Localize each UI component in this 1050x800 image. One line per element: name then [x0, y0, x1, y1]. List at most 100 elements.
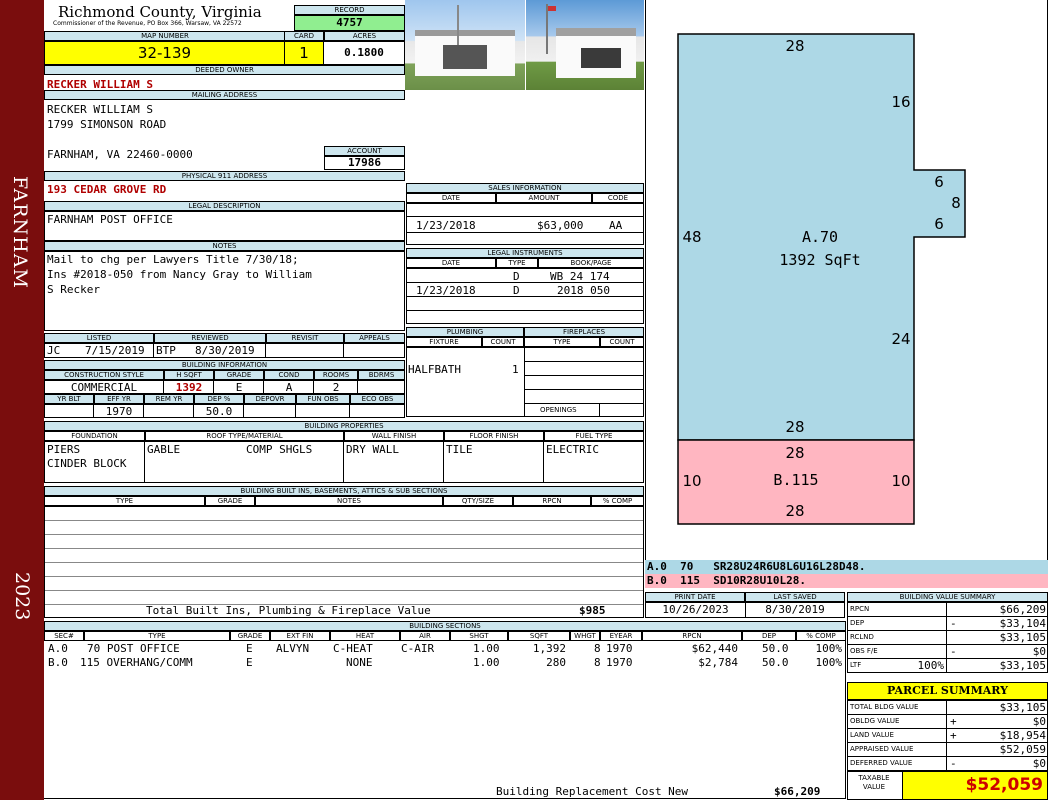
plumbing-fixture: HALFBATH: [408, 363, 461, 376]
builtins-total-label: Total Built Ins, Plumbing & Fireplace Va…: [146, 604, 431, 617]
grade-value: E: [235, 381, 243, 394]
sec-b-dep: 50.0: [762, 656, 789, 669]
vs-label-rpcn: RPCN: [850, 605, 870, 613]
sec-h-grade: GRADE: [230, 631, 270, 641]
sec-a-air: C-AIR: [401, 642, 435, 655]
construction-style-value: COMMERCIAL: [70, 381, 138, 394]
rooms-value: 2: [332, 381, 340, 394]
bt-h-comp: % COMP: [591, 496, 644, 506]
prop-h-wall: WALL FINISH: [344, 431, 444, 441]
prop-h-roof: ROOF TYPE/MATERIAL: [145, 431, 344, 441]
prop-h-fuel: FUEL TYPE: [544, 431, 644, 441]
reviewed-by: BTP: [156, 344, 176, 357]
li-row2-type: D: [513, 284, 520, 297]
notes-line-1: Mail to chg per Lawyers Title 7/30/18;: [47, 253, 299, 266]
cond-value: A: [285, 381, 293, 394]
vs-sign-ltf: 100%: [917, 659, 945, 672]
sec-b-shgt: 1.00: [473, 656, 500, 669]
bi-h-yrblt: YR BLT: [44, 394, 94, 404]
card-header: CARD: [284, 31, 324, 41]
bi-h-effyr: EFF YR: [94, 394, 144, 404]
floor-finish: TILE: [446, 443, 473, 456]
vs-value-dep: $33,104: [999, 617, 1046, 630]
sec-h-sec: SEC#: [44, 631, 84, 641]
physical-address-value: 193 CEDAR GROVE RD: [47, 183, 167, 196]
fireplace-h-type: TYPE: [524, 337, 600, 347]
vs-label-ltf: LTF: [850, 661, 862, 669]
print-date-header: PRINT DATE: [645, 592, 745, 602]
ps-value-obldg: $0: [1032, 715, 1046, 728]
li-h-date: DATE: [406, 258, 496, 268]
vs-value-rclnd: $33,105: [999, 631, 1046, 644]
builtins-header: BUILDING BUILT INS, BASEMENTS, ATTICS & …: [44, 486, 644, 496]
builtins-box: [44, 506, 644, 618]
sec-a-type: 70 POST OFFICE: [87, 642, 180, 655]
building-sketch: 28 16 6 8 6 48 A.70 1392 SqFt 24 28 28 1…: [677, 33, 966, 525]
sec-b-type: 115 OVERHANG/COMM: [80, 656, 193, 669]
ps-label-obldg: OBLDG VALUE: [850, 717, 900, 725]
legal-description-header: LEGAL DESCRIPTION: [44, 201, 405, 211]
bi-h-depovr: DEPOVR: [244, 394, 296, 404]
foundation-1: PIERS: [47, 443, 81, 456]
plumbing-h-count: COUNT: [482, 337, 524, 347]
sketch-a-label: A.70: [802, 228, 838, 246]
sec-h-eyear: EYEAR: [600, 631, 642, 641]
sec-a-comp: 100%: [815, 642, 843, 655]
sec-a-sec: A.0: [48, 642, 68, 655]
sec-h-sqft: SQFT: [508, 631, 570, 641]
notes-line-3: S Recker: [47, 283, 100, 296]
sec-a-dep: 50.0: [762, 642, 789, 655]
fuel-type: ELECTRIC: [546, 443, 599, 456]
sec-b-comp: 100%: [815, 656, 843, 669]
bi-h-ecoobs: ECO OBS: [350, 394, 405, 404]
sec-a-whgt: 8: [594, 642, 601, 655]
acres-header: ACRES: [324, 31, 405, 41]
taxable-label: TAXABLE VALUE: [858, 774, 890, 791]
prop-h-foundation: FOUNDATION: [44, 431, 145, 441]
bi-h-grade: GRADE: [214, 370, 264, 380]
bi-h-bdrms: BDRMS: [358, 370, 405, 380]
listed-header: LISTED: [44, 333, 154, 343]
sec-a-grade: E: [246, 642, 253, 655]
roof-material: COMP SHGLS: [246, 443, 313, 456]
ps-label-land: LAND VALUE: [850, 731, 894, 739]
li-row2-date: 1/23/2018: [416, 284, 476, 297]
plumbing-box: [406, 347, 525, 417]
dim-right-upper: 16: [891, 93, 910, 111]
vs-value-ltf: $33,105: [999, 659, 1046, 672]
bt-h-type: TYPE: [44, 496, 205, 506]
sketch-b-label: B.115: [773, 471, 818, 489]
ps-label-appraised: APPRAISED VALUE: [850, 745, 914, 753]
mail-line-1: RECKER WILLIAM S: [47, 103, 153, 116]
listed-date: 7/15/2019: [85, 344, 145, 357]
listed-by: JC: [47, 344, 61, 357]
sec-h-comp: % COMP: [796, 631, 846, 641]
sketch-code-b: B.0 115 SD10R28U10L28.: [647, 574, 806, 587]
plumbing-count: 1: [512, 363, 519, 376]
sec-a-eyear: 1970: [606, 642, 633, 655]
ps-value-total: $33,105: [999, 701, 1046, 714]
card-value: 1: [284, 41, 324, 65]
sec-a-sqft: 1,392: [532, 642, 566, 655]
bi-h-rooms: ROOMS: [314, 370, 358, 380]
builtins-total-value: $985: [579, 604, 606, 617]
record-value: 4757: [294, 15, 405, 31]
sec-b-rpcn: $2,784: [698, 656, 738, 669]
fireplace-h-count: COUNT: [600, 337, 644, 347]
commissioner-text: Commissioner of the Revenue, PO Box 366,…: [53, 20, 242, 27]
sec-a-shgt: 1.00: [473, 642, 500, 655]
map-number-value: 32-139: [44, 41, 285, 65]
parcel-summary-header: PARCEL SUMMARY: [847, 682, 1048, 700]
sales-h-code: CODE: [592, 193, 644, 203]
property-photo-1: [405, 0, 525, 90]
ps-label-total: TOTAL BLDG VALUE: [850, 703, 919, 711]
bi-h-remyr: REM YR: [144, 394, 194, 404]
sec-b-whgt: 8: [594, 656, 601, 669]
last-saved-value: 8/30/2019: [745, 602, 845, 618]
sec-b-sec: B.0: [48, 656, 68, 669]
dim-right-lower: 24: [891, 330, 910, 348]
sec-b-eyear: 1970: [606, 656, 633, 669]
value-summary-header: BUILDING VALUE SUMMARY: [847, 592, 1048, 602]
properties-header: BUILDING PROPERTIES: [44, 421, 644, 431]
sketch-code-a: A.0 70 SR28U24R6U8L6U16L28D48.: [647, 560, 866, 573]
